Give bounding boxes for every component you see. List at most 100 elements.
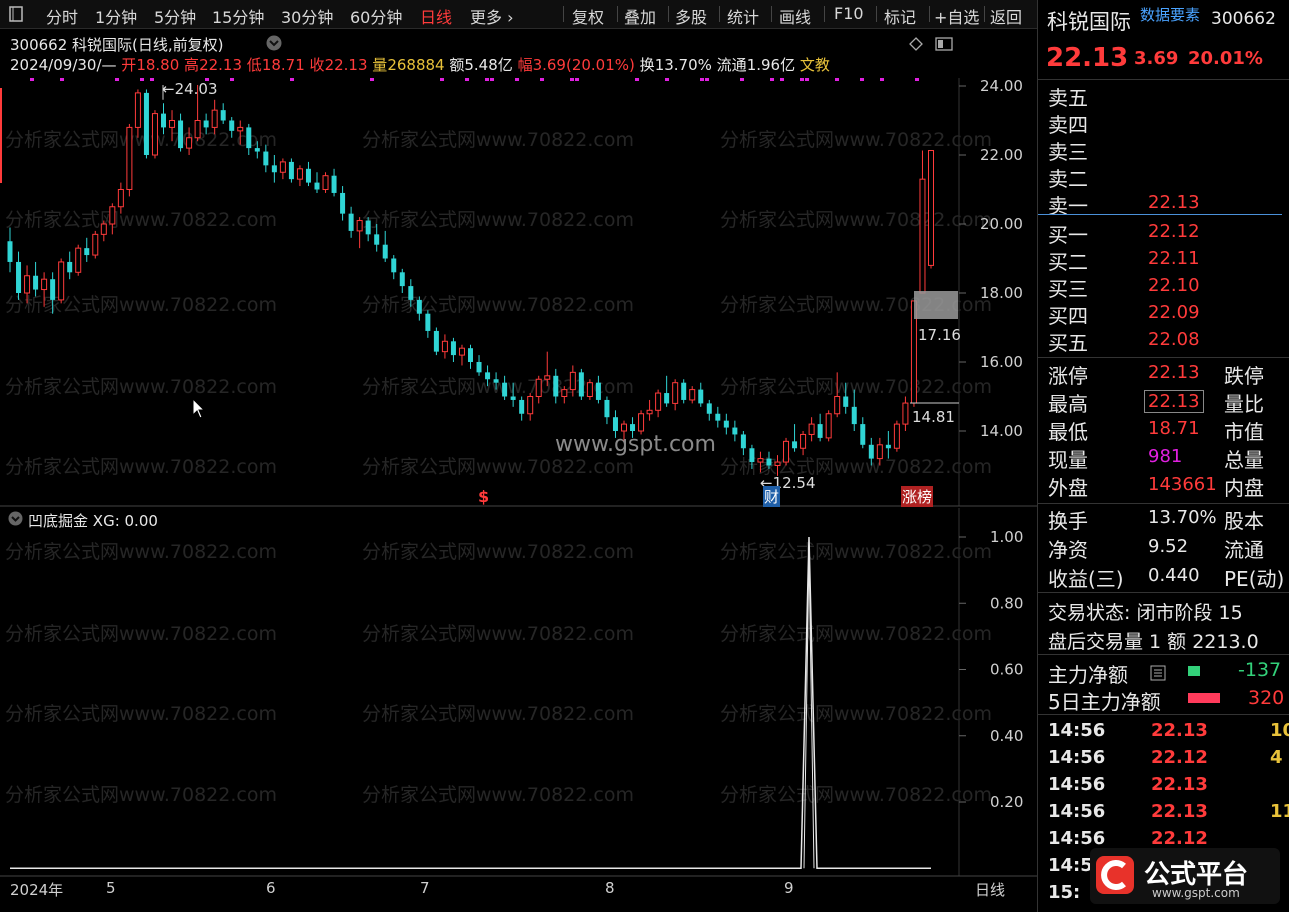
candle[interactable]	[689, 386, 696, 404]
candle[interactable]	[723, 413, 729, 435]
event-dot[interactable]	[740, 78, 744, 81]
candle[interactable]	[535, 375, 542, 404]
event-dot[interactable]	[880, 78, 884, 81]
ask-level-3[interactable]: 卖三	[1048, 136, 1088, 165]
candle[interactable]	[655, 389, 662, 418]
ask-level-4[interactable]: 卖四	[1048, 109, 1088, 138]
candle[interactable]	[340, 186, 346, 221]
event-dot[interactable]	[515, 78, 519, 81]
candle[interactable]	[151, 110, 158, 159]
event-dot[interactable]	[30, 78, 34, 81]
candle[interactable]	[288, 158, 294, 183]
event-dot[interactable]	[490, 78, 494, 81]
ask-level-5[interactable]: 卖五	[1048, 82, 1088, 111]
f10-button[interactable]: F10	[834, 4, 864, 23]
candle[interactable]	[356, 217, 363, 249]
limit-up-badge[interactable]: 涨榜	[901, 486, 934, 507]
candle[interactable]	[314, 172, 320, 193]
event-dot[interactable]	[770, 78, 774, 81]
event-dot[interactable]	[540, 78, 544, 81]
candle[interactable]	[178, 113, 184, 152]
tab-30min[interactable]: 30分钟	[281, 4, 333, 28]
list-icon[interactable]	[1150, 662, 1166, 681]
candle[interactable]	[75, 244, 82, 276]
candle[interactable]	[681, 379, 687, 404]
candle[interactable]	[100, 220, 107, 242]
candle[interactable]	[919, 150, 926, 294]
candle[interactable]	[279, 158, 286, 180]
candle[interactable]	[322, 172, 329, 193]
event-dot[interactable]	[150, 78, 154, 81]
candle[interactable]	[92, 230, 99, 259]
mark-button[interactable]: 标记	[884, 4, 916, 28]
candle[interactable]	[740, 431, 746, 456]
candle[interactable]	[382, 230, 388, 262]
tab-5min[interactable]: 5分钟	[154, 4, 196, 28]
multi-stock-button[interactable]: 多股	[675, 4, 707, 28]
candle[interactable]	[391, 255, 397, 280]
candle[interactable]	[468, 344, 473, 369]
candle[interactable]	[646, 399, 653, 421]
candle[interactable]	[16, 251, 22, 300]
event-dot[interactable]	[575, 78, 579, 81]
indicator-menu-icon[interactable]	[8, 511, 23, 526]
candle[interactable]	[578, 368, 584, 400]
candle[interactable]	[84, 237, 90, 262]
candle[interactable]	[706, 399, 712, 421]
candle[interactable]	[928, 150, 934, 269]
event-dot[interactable]	[805, 78, 809, 81]
candle[interactable]	[365, 217, 371, 242]
candle[interactable]	[33, 261, 39, 297]
add-watchlist-button[interactable]: +自选	[934, 4, 979, 28]
back-button[interactable]: 返回	[990, 4, 1022, 28]
bid-level-2[interactable]: 买二 22.11	[1048, 246, 1200, 275]
candle[interactable]	[7, 227, 13, 273]
stats-button[interactable]: 统计	[727, 4, 759, 28]
event-dot[interactable]	[915, 78, 919, 81]
candle[interactable]	[458, 344, 465, 366]
finance-badge[interactable]: 财	[763, 486, 781, 507]
candle[interactable]	[902, 396, 909, 432]
candle[interactable]	[638, 410, 645, 435]
tab-more[interactable]: 更多 ›	[470, 4, 514, 28]
candle[interactable]	[860, 417, 866, 449]
candle[interactable]	[331, 168, 337, 197]
event-dot[interactable]	[115, 78, 119, 81]
event-dot[interactable]	[485, 78, 489, 81]
indicator-name[interactable]: 凹底掘金	[28, 512, 88, 530]
candle[interactable]	[519, 396, 525, 421]
candle[interactable]	[425, 310, 431, 338]
candle[interactable]	[586, 379, 593, 400]
event-dot[interactable]	[465, 78, 469, 81]
bid-level-3[interactable]: 买三 22.10	[1048, 273, 1200, 302]
event-dot[interactable]	[440, 78, 444, 81]
collapse-icon[interactable]	[9, 6, 23, 22]
candle[interactable]	[399, 268, 405, 293]
candle[interactable]	[664, 375, 670, 407]
kline-chart[interactable]: 分析家公式网www.70822.com 分析家公式网www.70822.com 分析…	[0, 28, 1037, 912]
tab-daily[interactable]: 日线	[420, 4, 452, 28]
draw-line-button[interactable]: 画线	[779, 4, 811, 28]
bid-level-4[interactable]: 买四 22.09	[1048, 300, 1200, 329]
event-dot[interactable]	[700, 78, 704, 81]
event-dot[interactable]	[230, 78, 234, 81]
candle[interactable]	[476, 355, 482, 376]
event-dot[interactable]	[570, 78, 574, 81]
candle[interactable]	[715, 406, 721, 428]
tab-60min[interactable]: 60分钟	[350, 4, 402, 28]
dollar-marker[interactable]: $	[478, 487, 489, 506]
candle[interactable]	[783, 437, 790, 466]
candle[interactable]	[126, 123, 133, 197]
event-dot[interactable]	[860, 78, 864, 81]
candle[interactable]	[817, 413, 823, 442]
event-dot[interactable]	[370, 78, 374, 81]
candle[interactable]	[450, 337, 456, 362]
candle[interactable]	[885, 431, 891, 459]
candle[interactable]	[808, 417, 815, 442]
candle[interactable]	[604, 396, 610, 425]
candle[interactable]	[305, 161, 311, 187]
ask-level-2[interactable]: 卖二	[1048, 163, 1088, 192]
candle[interactable]	[296, 165, 303, 187]
event-dot[interactable]	[140, 78, 144, 81]
overlay-button[interactable]: 叠加	[624, 4, 656, 28]
